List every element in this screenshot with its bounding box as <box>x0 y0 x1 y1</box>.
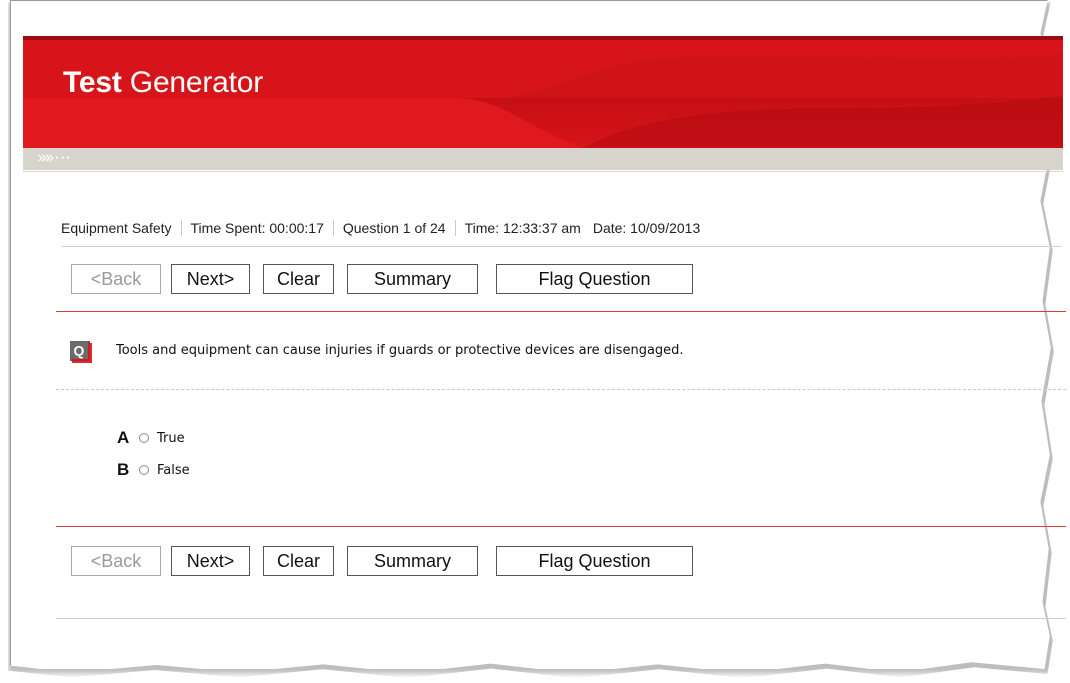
option-a-radio[interactable] <box>139 433 149 443</box>
next-button-top[interactable]: Next> <box>171 264 250 294</box>
summary-button-bottom[interactable]: Summary <box>347 546 478 576</box>
current-date: Date: 10/09/2013 <box>592 220 701 236</box>
app-title-bold: Test <box>63 66 122 99</box>
back-button-bottom[interactable]: <Back <box>71 546 161 576</box>
option-label[interactable]: True <box>157 431 185 446</box>
clear-button-top[interactable]: Clear <box>263 264 334 294</box>
back-button-top[interactable]: <Back <box>71 264 161 294</box>
status-separator <box>180 220 182 236</box>
option-b[interactable]: B False <box>117 459 190 481</box>
question-text: Tools and equipment can cause injuries i… <box>116 343 684 358</box>
option-b-radio[interactable] <box>139 465 149 475</box>
header-divider <box>23 171 1063 172</box>
summary-button-top[interactable]: Summary <box>347 264 478 294</box>
status-divider <box>61 246 1061 247</box>
question-dashed-divider <box>56 389 1066 390</box>
header-banner: Test Generator <box>23 36 1063 148</box>
option-label[interactable]: False <box>157 463 190 478</box>
time-spent: Time Spent: 00:00:17 <box>190 220 324 236</box>
next-button-bottom[interactable]: Next> <box>171 546 250 576</box>
option-letter: A <box>117 428 130 447</box>
option-letter: B <box>117 460 130 479</box>
subject-name: Equipment Safety <box>61 220 172 236</box>
screenshot-frame: Test Generator »» ⋯ Equipment Safety Tim… <box>0 0 1070 683</box>
status-separator <box>332 220 334 236</box>
app-title: Test Generator <box>63 66 263 100</box>
option-a[interactable]: A True <box>117 427 185 449</box>
question-index: Question 1 of 24 <box>342 220 446 236</box>
app-title-light: Generator <box>121 66 264 99</box>
status-separator <box>454 220 456 236</box>
question-q-icon: Q <box>70 341 92 363</box>
chevrons-icon: »» ⋯ <box>37 148 71 168</box>
question-top-divider <box>56 311 1066 312</box>
flag-question-button-top[interactable]: Flag Question <box>496 264 693 294</box>
svg-text:Q: Q <box>74 343 85 359</box>
flag-question-button-bottom[interactable]: Flag Question <box>496 546 693 576</box>
status-line: Equipment Safety Time Spent: 00:00:17 Qu… <box>61 220 700 236</box>
clear-button-bottom[interactable]: Clear <box>263 546 334 576</box>
breadcrumb-bar: »» ⋯ <box>23 148 1063 170</box>
question-bottom-divider <box>56 526 1066 527</box>
clock-time: Time: 12:33:37 am <box>464 220 581 236</box>
footer-divider <box>56 618 1066 619</box>
